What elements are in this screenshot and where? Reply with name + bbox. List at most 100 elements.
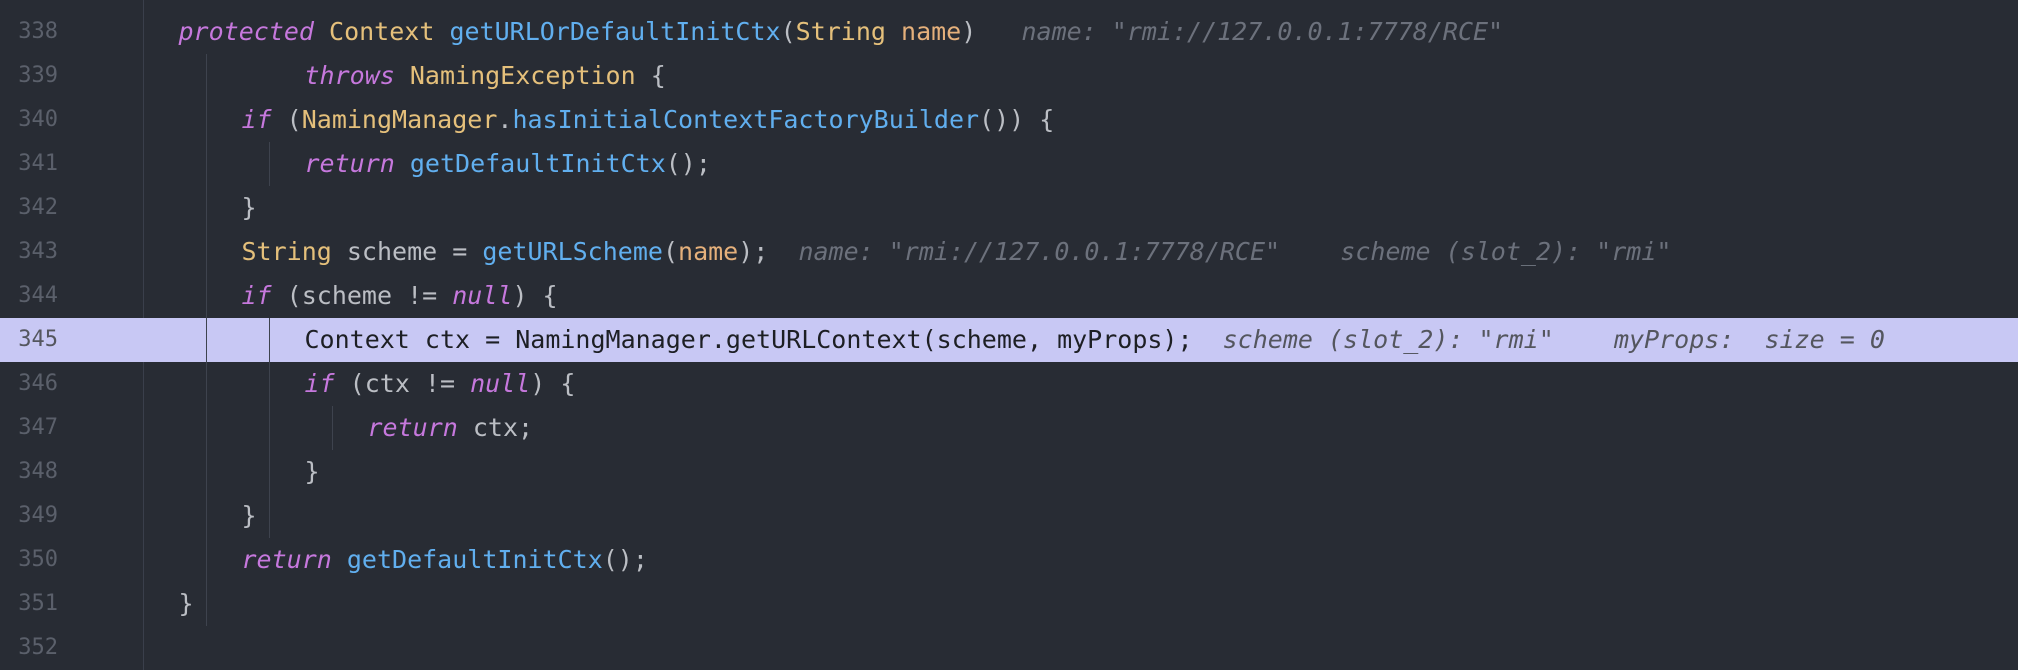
code-content: return getDefaultInitCtx(); — [305, 142, 711, 186]
line-number[interactable]: 347 — [0, 406, 58, 450]
code-content: throws NamingException { — [305, 54, 666, 98]
code-line[interactable]: 346 if (ctx != null) { — [0, 362, 2018, 406]
code-content: String scheme = getURLScheme(name); name… — [242, 230, 1672, 274]
code-token: hasInitialContextFactoryBuilder — [512, 105, 980, 134]
code-token: String — [795, 17, 886, 46]
code-token: name — [901, 17, 962, 46]
code-token: return — [367, 413, 458, 442]
code-token: ) { — [530, 369, 576, 398]
code-token: return — [304, 149, 395, 178]
line-number[interactable]: 341 — [0, 142, 58, 186]
code-token: (scheme != — [271, 281, 453, 310]
code-token: ); — [738, 237, 769, 266]
code-token: protected — [178, 17, 314, 46]
inline-debug-value: name: "rmi://127.0.0.1:7778/RCE" scheme … — [768, 237, 1672, 266]
code-editor[interactable]: 338 protected Context getURLOrDefaultInit… — [0, 0, 2018, 670]
code-line[interactable]: 343 String scheme = getURLScheme(name); n… — [0, 230, 2018, 274]
code-token: (); — [665, 149, 711, 178]
code-token: name — [678, 237, 739, 266]
code-content: Context ctx = NamingManager.getURLContex… — [305, 318, 1885, 362]
code-content: protected Context getURLOrDefaultInitCtx… — [179, 10, 1504, 54]
code-token: ()) { — [979, 105, 1055, 134]
code-token: NamingManager — [301, 105, 498, 134]
code-line[interactable]: 351} — [0, 582, 2018, 626]
code-token: throws — [304, 61, 395, 90]
code-line[interactable]: 349} — [0, 494, 2018, 538]
code-token: return — [241, 545, 332, 574]
code-token: getDefaultInitCtx — [409, 149, 666, 178]
code-token: if — [241, 281, 272, 310]
line-number[interactable]: 348 — [0, 450, 58, 494]
line-number[interactable]: 344 — [0, 274, 58, 318]
line-number[interactable]: 350 — [0, 538, 58, 582]
code-token: ( — [780, 17, 796, 46]
code-token: if — [304, 369, 335, 398]
line-number[interactable]: 342 — [0, 186, 58, 230]
code-token: ) { — [512, 281, 558, 310]
code-token: Context — [329, 17, 435, 46]
line-number[interactable]: 343 — [0, 230, 58, 274]
code-token: (ctx != — [334, 369, 471, 398]
code-content: if (NamingManager.hasInitialContextFacto… — [242, 98, 1055, 142]
line-number[interactable]: 351 — [0, 582, 58, 626]
code-line[interactable]: 350 return getDefaultInitCtx(); — [0, 538, 2018, 582]
code-token: { — [635, 61, 666, 90]
code-token: if — [241, 105, 272, 134]
code-token: getURLScheme — [482, 237, 663, 266]
code-line[interactable]: 342} — [0, 186, 2018, 230]
code-content: return ctx; — [368, 406, 534, 450]
code-token: } — [178, 589, 194, 618]
code-token: } — [241, 501, 257, 530]
code-token: . — [497, 105, 513, 134]
inline-debug-value: name: "rmi://127.0.0.1:7778/RCE" — [976, 17, 1504, 46]
code-token: ( — [271, 105, 302, 134]
indent-guide — [332, 406, 333, 450]
code-token: (); — [602, 545, 648, 574]
line-number[interactable]: 340 — [0, 98, 58, 142]
code-content: if (scheme != null) { — [242, 274, 558, 318]
code-token: Context ctx = NamingManager.getURLContex… — [304, 325, 1193, 354]
code-line[interactable]: 348} — [0, 450, 2018, 494]
code-token: null — [452, 281, 513, 310]
code-token: NamingException — [409, 61, 636, 90]
code-line[interactable]: 352 — [0, 626, 2018, 670]
code-line[interactable]: 340 if (NamingManager.hasInitialContextFa… — [0, 98, 2018, 142]
line-number[interactable]: 349 — [0, 494, 58, 538]
code-content: } — [305, 450, 320, 494]
code-content: } — [242, 186, 257, 230]
line-number[interactable]: 345 — [0, 318, 58, 362]
inline-debug-value: scheme (slot_2): "rmi" myProps: size = 0 — [1192, 325, 1885, 354]
code-content: return getDefaultInitCtx(); — [242, 538, 648, 582]
code-token: getURLOrDefaultInitCtx — [449, 17, 781, 46]
indent-guide — [269, 142, 270, 186]
code-token: } — [241, 193, 257, 222]
line-number[interactable]: 338 — [0, 10, 58, 54]
code-token: ctx; — [457, 413, 534, 442]
code-token: scheme = — [331, 237, 483, 266]
code-line[interactable]: 338 protected Context getURLOrDefaultInit… — [0, 10, 2018, 54]
line-number[interactable]: 339 — [0, 54, 58, 98]
code-token: ( — [662, 237, 679, 266]
code-line-current[interactable]: 345 Context ctx = NamingManager.getURLCon… — [0, 318, 2018, 362]
indent-guide — [206, 54, 207, 626]
code-line[interactable]: 341 return getDefaultInitCtx(); — [0, 142, 2018, 186]
code-token: String — [241, 237, 332, 266]
code-content: } — [179, 582, 194, 626]
code-token: } — [304, 457, 320, 486]
code-line[interactable]: 344 if (scheme != null) { — [0, 274, 2018, 318]
code-token: getDefaultInitCtx — [346, 545, 603, 574]
line-number[interactable]: 352 — [0, 626, 58, 670]
code-token: null — [470, 369, 531, 398]
indent-guide — [269, 318, 270, 538]
code-content: if (ctx != null) { — [305, 362, 576, 406]
line-number[interactable]: 346 — [0, 362, 58, 406]
code-line[interactable]: 339 throws NamingException { — [0, 54, 2018, 98]
code-line[interactable]: 347 return ctx; — [0, 406, 2018, 450]
code-token: ) — [961, 17, 977, 46]
